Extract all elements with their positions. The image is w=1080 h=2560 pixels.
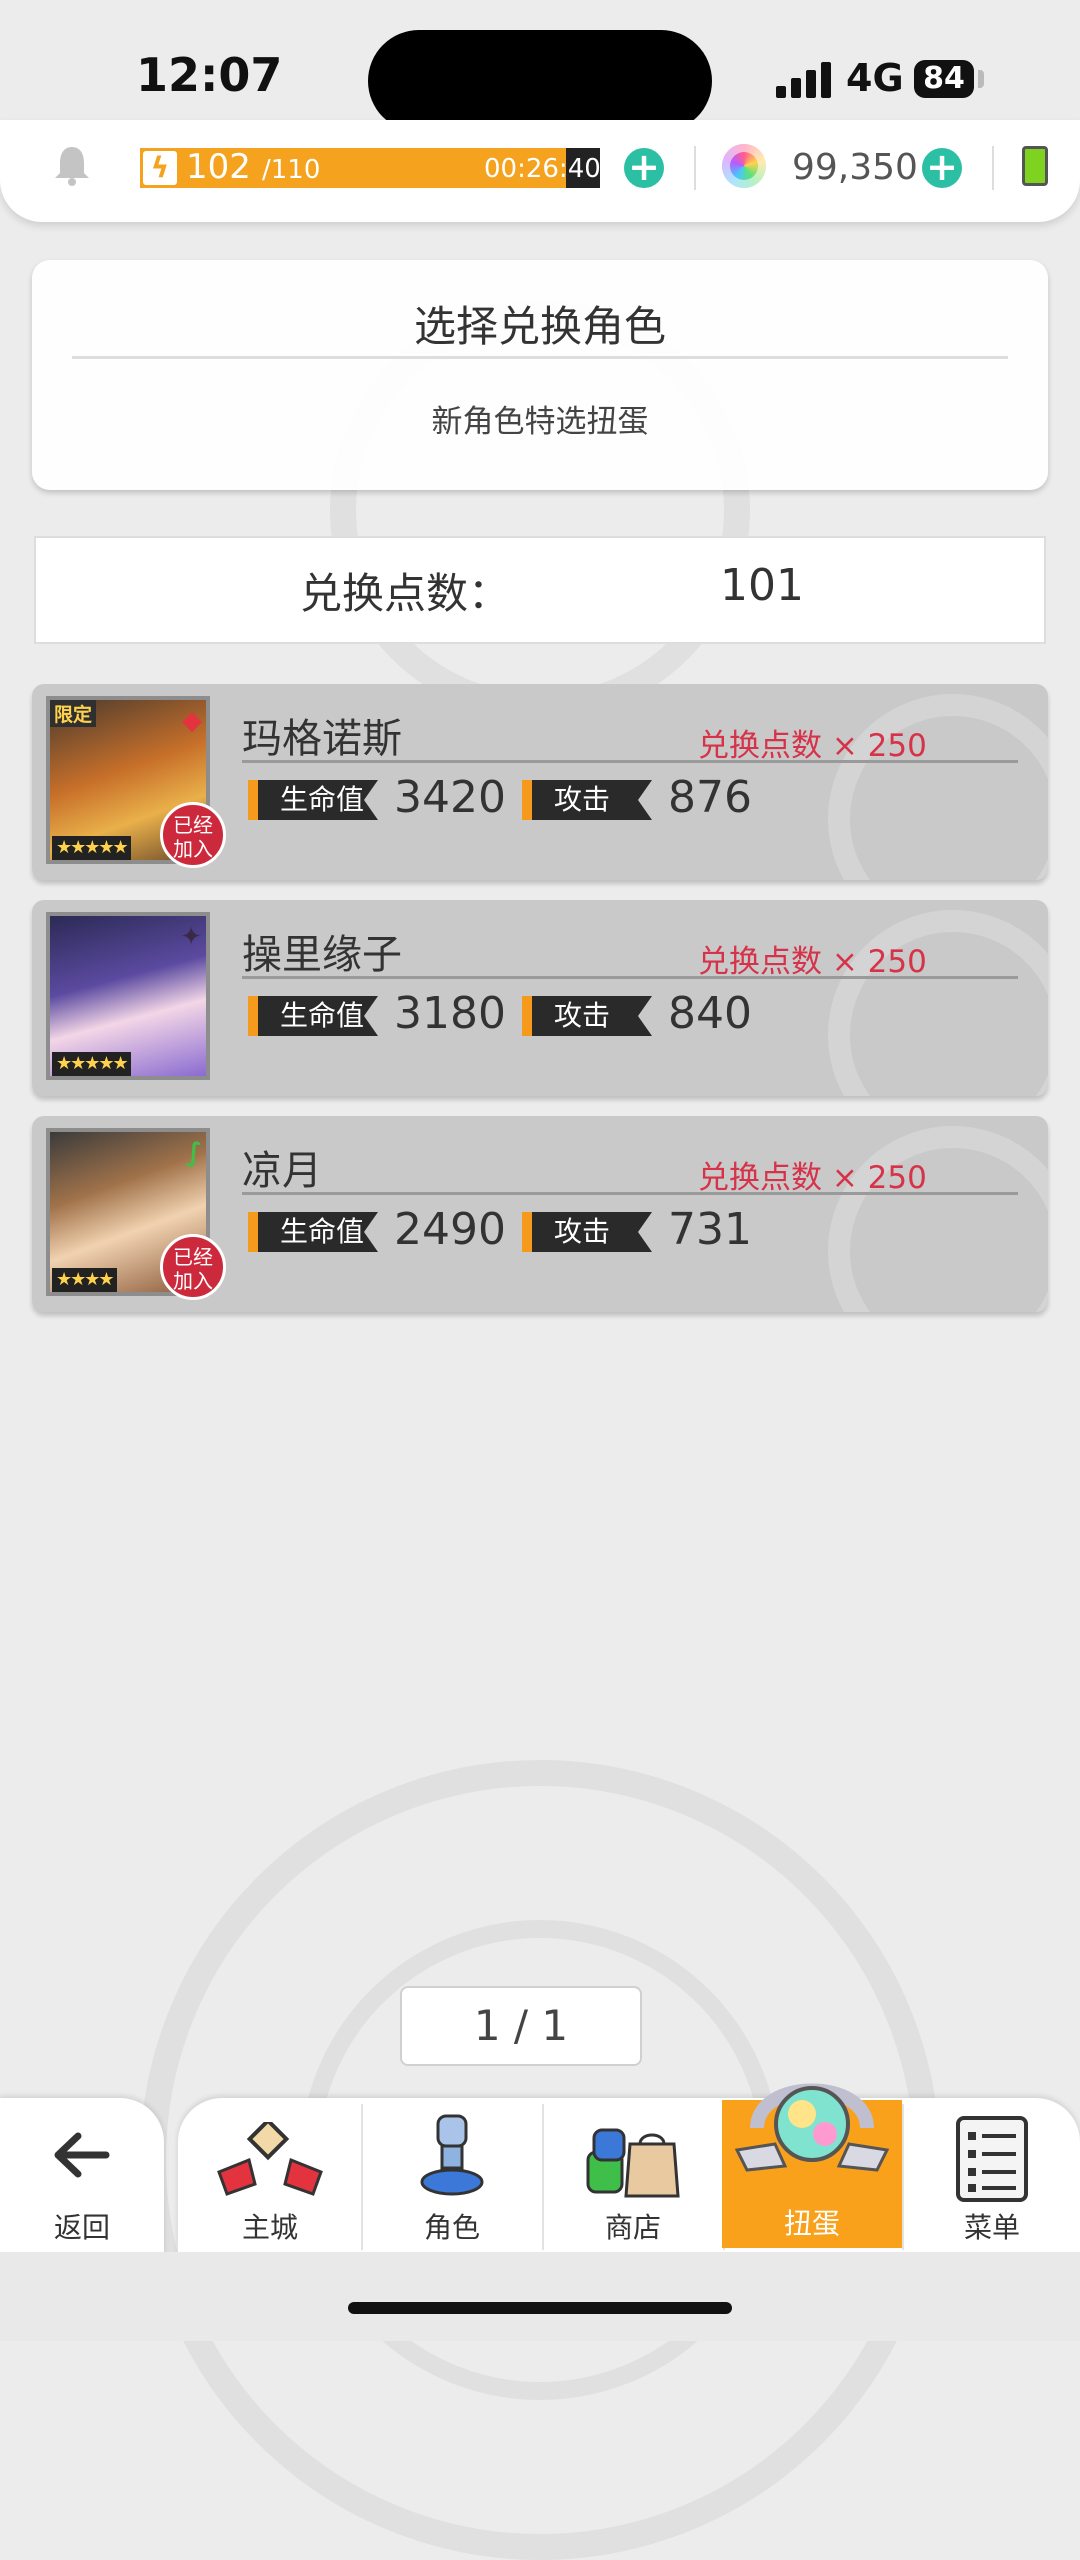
joined-badge: 已经 加入 — [160, 802, 226, 868]
battery-cap-icon — [978, 70, 984, 88]
nav-label: 扭蛋 — [783, 2207, 840, 2240]
hp-label: 生命值 — [248, 780, 378, 820]
character-cost: 兑换点数 × 250 — [698, 1160, 927, 1196]
nav-label: 菜单 — [963, 2211, 1020, 2244]
attack-label: 攻击 — [522, 1212, 652, 1252]
title-divider — [72, 356, 1008, 359]
character-card[interactable]: 限定 ◆ ★★★★★ 已经 加入 玛格诺斯 兑换点数 × 250 生命值 342… — [32, 684, 1048, 880]
castle-icon — [217, 2122, 323, 2196]
four-point-star-icon: ✦ — [180, 922, 202, 952]
nav-label: 角色 — [423, 2211, 480, 2244]
network-type: 4G — [846, 56, 904, 100]
star-rating: ★★★★ — [52, 1268, 117, 1292]
hp-label: 生命值 — [248, 1212, 378, 1252]
back-label: 返回 — [53, 2211, 110, 2244]
page-subtitle: 新角色特选扭蛋 — [431, 404, 649, 440]
nav-label: 主城 — [241, 2211, 298, 2244]
limited-tag: 限定 — [50, 700, 97, 727]
star-rating: ★★★★★ — [52, 1052, 131, 1076]
stamina-bolt-icon: ϟ — [143, 151, 177, 185]
page-indicator[interactable]: 1 / 1 — [400, 1986, 642, 2066]
menu-list-icon — [956, 2116, 1028, 2202]
nav-main-city[interactable]: 主城 — [180, 2100, 360, 2252]
exchange-points-value: 101 — [720, 560, 804, 611]
character-name: 凉月 — [242, 1148, 322, 1194]
status-time: 12:07 — [136, 48, 283, 102]
attack-value: 840 — [668, 988, 752, 1039]
star-rating: ★★★★★ — [52, 836, 131, 860]
nav-menu[interactable]: 菜单 — [902, 2100, 1080, 2252]
attack-label: 攻击 — [522, 996, 652, 1036]
joined-badge: 已经 加入 — [160, 1234, 226, 1300]
back-button[interactable]: 返回 — [0, 2100, 164, 2252]
character-name: 玛格诺斯 — [242, 716, 402, 762]
gem-count: 99,350 — [792, 147, 918, 188]
exchange-points-label: 兑换点数： — [300, 569, 511, 618]
card-divider — [242, 1192, 1018, 1195]
character-portrait: ✦ ★★★★★ — [46, 912, 210, 1080]
dynamic-island — [368, 30, 712, 132]
attack-label: 攻击 — [522, 780, 652, 820]
hp-value: 3180 — [394, 988, 506, 1039]
home-indicator[interactable] — [348, 2302, 732, 2314]
exchange-points-box — [34, 536, 1046, 644]
resource-divider — [694, 146, 696, 190]
nav-shop[interactable]: 商店 — [543, 2100, 723, 2252]
card-divider — [242, 760, 1018, 763]
bottom-strip — [0, 2252, 1080, 2341]
battery-icon — [1022, 146, 1048, 186]
leaf-icon: ∫ — [186, 1138, 202, 1168]
character-name: 操里缘子 — [242, 932, 402, 978]
stamina-max: /110 — [262, 155, 321, 185]
gem-orb-icon — [722, 144, 766, 188]
nav-label: 商店 — [604, 2211, 661, 2244]
bell-icon[interactable] — [52, 143, 92, 187]
hp-label: 生命值 — [248, 996, 378, 1036]
character-cost: 兑换点数 × 250 — [698, 944, 927, 980]
diamond-suit-icon: ◆ — [182, 706, 202, 736]
resource-divider — [992, 146, 994, 190]
stamina-timer: 00:26:40 — [484, 154, 601, 184]
character-cost: 兑换点数 × 250 — [698, 728, 927, 764]
add-gems-button[interactable]: + — [922, 148, 962, 188]
character-card[interactable]: ✦ ★★★★★ 操里缘子 兑换点数 × 250 生命值 3180 攻击 840 — [32, 900, 1048, 1096]
hp-value: 3420 — [394, 772, 506, 823]
card-divider — [242, 976, 1018, 979]
attack-value: 731 — [668, 1204, 752, 1255]
battery-level: 84 — [914, 60, 974, 98]
add-stamina-button[interactable]: + — [624, 148, 664, 188]
gacha-orb-icon — [734, 2083, 890, 2172]
nav-gacha[interactable]: 扭蛋 — [722, 2083, 902, 2248]
nav-characters[interactable]: 角色 — [362, 2100, 542, 2252]
arrow-left-icon — [54, 2132, 110, 2178]
shop-bag-icon — [586, 2128, 680, 2198]
character-card[interactable]: ∫ ★★★★ 已经 加入 凉月 兑换点数 × 250 生命值 2490 攻击 7… — [32, 1116, 1048, 1312]
hp-value: 2490 — [394, 1204, 506, 1255]
stamina-current: 102 — [186, 147, 251, 187]
attack-value: 876 — [668, 772, 752, 823]
character-figure-icon — [420, 2114, 484, 2196]
signal-icon — [776, 62, 832, 98]
page-title: 选择兑换角色 — [413, 302, 666, 351]
